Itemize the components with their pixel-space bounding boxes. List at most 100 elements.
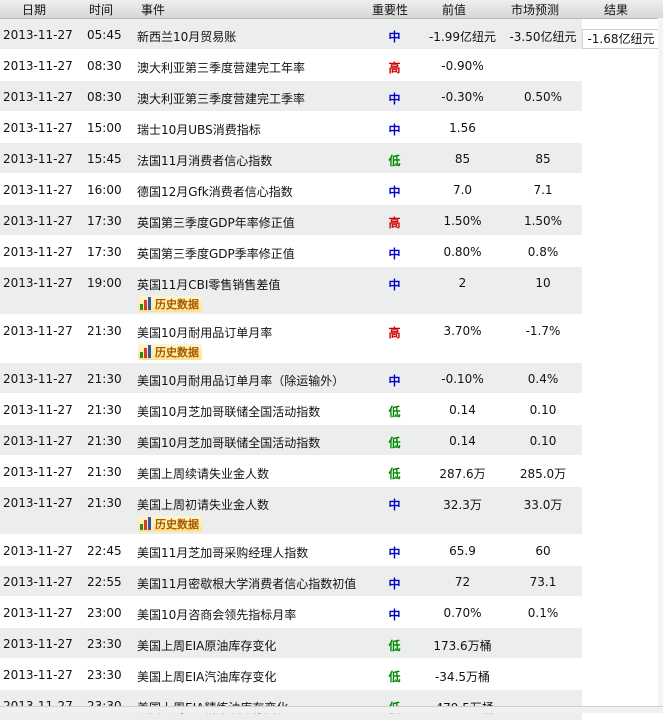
event-name: 英国第三季度GDP年率修正值 [135,205,366,231]
previous-value: 173.6万桶 [423,628,504,654]
event-cell: 澳大利亚第三季度营建完工年率 [135,50,366,81]
forecast-value [504,112,582,121]
forecast-cell: 0.10 [504,425,582,456]
previous-cell: 287.6万 [423,456,504,487]
table-row: 2013-11-27 21:30 美国10月芝加哥联储全国活动指数 低 0.14… [0,394,582,425]
horizontal-scrollbar[interactable] [0,706,663,713]
event-name: 澳大利亚第三季度营建完工季率 [135,81,366,107]
event-name: 美国10月耐用品订单月率 [135,315,366,341]
header-time[interactable]: 时间 [89,1,113,18]
importance-cell: 中 [366,267,423,315]
date-cell: 2013-11-27 [0,19,81,50]
time-cell: 22:55 [81,566,135,597]
forecast-value: 0.4% [504,363,582,386]
history-data-button[interactable]: 历史数据 [138,516,202,532]
date-cell: 2013-11-27 [0,363,81,394]
time-cell: 19:00 [81,267,135,315]
date-cell: 2013-11-27 [0,425,81,456]
header-event[interactable]: 事件 [141,1,165,18]
event-cell: 美国10月耐用品订单月率 历史数据 [135,315,366,363]
forecast-value: -1.7% [504,315,582,338]
forecast-value: 33.0万 [504,487,582,513]
forecast-value: 10 [504,267,582,290]
importance-cell: 低 [366,425,423,456]
vertical-scrollbar[interactable] [658,18,663,713]
event-time: 21:30 [81,315,135,338]
previous-value: 1.56 [423,112,504,135]
event-cell: 瑞士10月UBS消费指标 [135,112,366,143]
event-cell: 美国11月密歇根大学消费者信心指数初值 [135,566,366,597]
event-date: 2013-11-27 [0,315,81,338]
forecast-cell: 85 [504,143,582,174]
previous-cell: 72 [423,566,504,597]
event-time: 08:30 [81,81,135,104]
event-cell: 法国11月消费者信心指数 [135,143,366,174]
importance-cell: 低 [366,394,423,425]
date-cell: 2013-11-27 [0,566,81,597]
importance-badge: 中 [366,236,423,262]
forecast-cell [504,112,582,143]
history-data-button[interactable]: 历史数据 [138,296,202,312]
event-date: 2013-11-27 [0,267,81,290]
event-name: 美国10月芝加哥联储全国活动指数 [135,425,366,451]
event-time: 15:45 [81,143,135,166]
table-row: 2013-11-27 21:30 美国10月耐用品订单月率（除运输外） 中 -0… [0,363,582,394]
time-cell: 21:30 [81,315,135,363]
forecast-value [504,659,582,668]
importance-badge: 低 [366,456,423,482]
event-name: 美国上周EIA汽油库存变化 [135,659,366,685]
previous-cell: 0.14 [423,394,504,425]
forecast-value: 0.10 [504,425,582,448]
table-row: 2013-11-27 21:30 美国10月耐用品订单月率 历史数据 高 3.7… [0,315,582,363]
forecast-cell: 0.1% [504,597,582,628]
event-name: 新西兰10月贸易账 [135,19,366,45]
importance-badge: 高 [366,315,423,341]
time-cell: 21:30 [81,425,135,456]
table-row: 2013-11-27 21:30 美国上周续请失业金人数 低 287.6万 28… [0,456,582,487]
time-cell: 23:30 [81,659,135,690]
event-cell: 美国上周EIA精炼油库存变化 [135,690,366,720]
event-date: 2013-11-27 [0,456,81,479]
importance-badge: 中 [366,597,423,623]
forecast-cell: -3.50亿纽元 [504,19,582,50]
event-table: 2013-11-27 05:45 新西兰10月贸易账 中 -1.99亿纽元 -3… [0,19,582,720]
event-name: 美国10月耐用品订单月率（除运输外） [135,363,366,389]
previous-value: -0.30% [423,81,504,104]
table-row: 2013-11-27 15:00 瑞士10月UBS消费指标 中 1.56 [0,112,582,143]
date-cell: 2013-11-27 [0,50,81,81]
date-cell: 2013-11-27 [0,205,81,236]
previous-value: 65.9 [423,535,504,558]
event-time: 21:30 [81,425,135,448]
header-forecast[interactable]: 市场预测 [511,1,559,18]
header-importance[interactable]: 重要性 [372,1,408,18]
previous-value: 85 [423,143,504,166]
header-date[interactable]: 日期 [22,1,46,18]
forecast-cell: -1.7% [504,315,582,363]
forecast-cell: 10 [504,267,582,315]
previous-value: 72 [423,566,504,589]
time-cell: 23:30 [81,690,135,720]
importance-badge: 低 [366,628,423,654]
previous-cell: -0.10% [423,363,504,394]
importance-badge: 低 [366,143,423,169]
forecast-value [504,628,582,637]
event-name: 美国上周续请失业金人数 [135,456,366,482]
forecast-value: 285.0万 [504,456,582,482]
table-row: 2013-11-27 23:30 美国上周EIA原油库存变化 低 173.6万桶 [0,628,582,659]
header-previous[interactable]: 前值 [442,1,466,18]
event-time: 22:45 [81,535,135,558]
date-cell: 2013-11-27 [0,81,81,112]
time-cell: 17:30 [81,205,135,236]
event-time: 16:00 [81,174,135,197]
importance-badge: 高 [366,205,423,231]
event-name: 英国第三季度GDP季率修正值 [135,236,366,262]
time-cell: 08:30 [81,81,135,112]
previous-cell: 32.3万 [423,487,504,535]
header-result[interactable]: 结果 [604,1,628,18]
time-cell: 17:30 [81,236,135,267]
table-row: 2013-11-27 17:30 英国第三季度GDP季率修正值 中 0.80% … [0,236,582,267]
history-data-button[interactable]: 历史数据 [138,344,202,360]
bar-chart-icon [139,517,153,531]
event-date: 2013-11-27 [0,205,81,228]
previous-cell: 85 [423,143,504,174]
